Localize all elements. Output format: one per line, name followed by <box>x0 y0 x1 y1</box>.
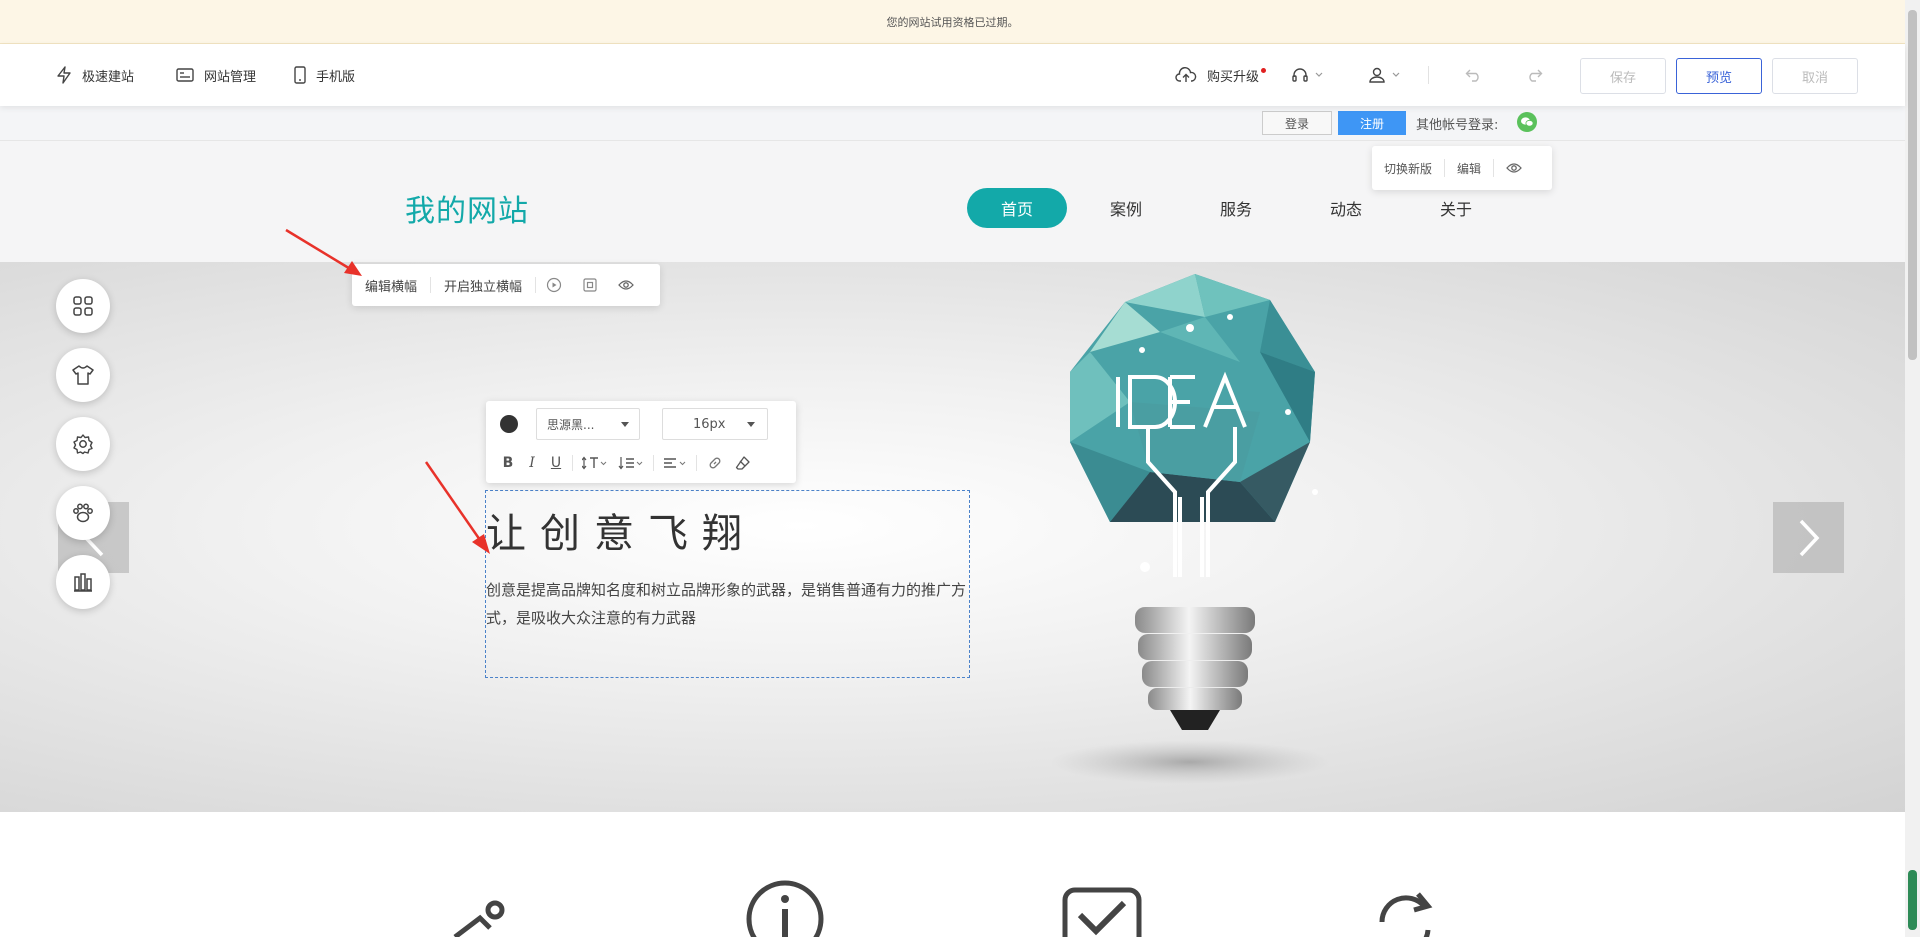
banner-edit-toolbar: 编辑横幅 开启独立横幅 <box>352 264 660 306</box>
text-color-picker[interactable] <box>500 415 518 433</box>
save-button[interactable]: 保存 <box>1580 58 1666 94</box>
align-icon[interactable] <box>658 456 692 470</box>
quick-build-button[interactable]: 极速建站 <box>56 44 134 106</box>
toolbar-divider <box>1428 66 1429 84</box>
refresh-icon <box>1379 892 1433 937</box>
eye-icon <box>618 280 634 290</box>
redo-icon <box>1529 69 1543 82</box>
phone-icon <box>294 66 306 84</box>
user-icon <box>1369 67 1385 83</box>
grid-icon <box>73 296 93 316</box>
switch-new-version-button[interactable]: 切换新版 <box>1372 160 1444 177</box>
site-logo[interactable]: 我的网站 <box>405 186 529 230</box>
register-button[interactable]: 注册 <box>1338 111 1406 135</box>
mobile-version-label: 手机版 <box>316 69 356 85</box>
scroll-indicator <box>1908 870 1917 930</box>
site-header <box>0 141 1905 262</box>
divider <box>696 455 697 471</box>
nav-services[interactable]: 服务 <box>1186 188 1286 228</box>
modules-button[interactable] <box>56 279 110 333</box>
underline-icon[interactable]: U <box>544 455 568 471</box>
chevron-down-icon <box>1392 72 1400 77</box>
nav-about[interactable]: 关于 <box>1406 188 1506 228</box>
font-family-select[interactable]: 思源黑... <box>536 408 640 440</box>
divider <box>572 455 573 471</box>
header-edit-button[interactable]: 编辑 <box>1445 160 1493 177</box>
font-family-value: 思源黑... <box>547 417 595 432</box>
divider <box>653 455 654 471</box>
line-height-icon[interactable] <box>577 456 613 470</box>
notification-dot <box>1261 67 1267 73</box>
library-button[interactable] <box>56 555 110 609</box>
undo-icon <box>1465 69 1479 82</box>
play-circle-icon <box>546 277 562 293</box>
header-visibility-button[interactable] <box>1494 162 1534 174</box>
features-section <box>0 812 1905 937</box>
headset-icon <box>1292 68 1308 82</box>
banner-visibility-button[interactable] <box>608 279 644 291</box>
buy-upgrade-button[interactable]: 购买升级 <box>1175 44 1267 106</box>
banner-paragraph[interactable]: 创意是提高品牌知名度和树立品牌形象的武器，是销售普通有力的推广方式，是吸收大众注… <box>486 576 966 632</box>
redo-button[interactable] <box>1525 44 1553 106</box>
text-format-toolbar: 思源黑... 16px B I U <box>486 401 796 483</box>
notice-text: 您的网站试用资格已过期。 <box>886 15 1019 29</box>
cancel-button[interactable]: 取消 <box>1772 58 1858 94</box>
user-menu[interactable] <box>1368 44 1410 106</box>
preview-button[interactable]: 预览 <box>1676 58 1762 94</box>
settings-button[interactable] <box>56 417 110 471</box>
nav-news[interactable]: 动态 <box>1296 188 1396 228</box>
support-menu[interactable] <box>1291 44 1333 106</box>
theme-button[interactable] <box>56 348 110 402</box>
frame-icon <box>583 278 597 292</box>
scrollbar-thumb[interactable] <box>1908 10 1917 360</box>
play-settings-button[interactable] <box>536 277 572 293</box>
cloud-upload-icon <box>1175 67 1197 82</box>
next-slide-button[interactable] <box>1773 502 1844 573</box>
editor-toolbar: 极速建站 网站管理 手机版 购买升级 保存 预览 取消 <box>0 44 1905 106</box>
edit-banner-button[interactable]: 编辑横幅 <box>352 276 430 295</box>
eye-icon <box>1506 163 1522 173</box>
mobile-version-button[interactable]: 手机版 <box>294 44 355 106</box>
chevron-right-icon <box>1799 519 1819 556</box>
format-options-row: B I U <box>496 451 757 475</box>
account-strip <box>0 106 1905 141</box>
buy-upgrade-label: 购买升级 <box>1207 69 1260 85</box>
banner-text-editor[interactable]: 让创意飞翔 创意是提高品牌知名度和树立品牌形象的武器，是销售普通有力的推广方式，… <box>485 490 970 678</box>
other-login-label: 其他帐号登录: <box>1416 117 1499 133</box>
independent-banner-button[interactable]: 开启独立横幅 <box>431 276 535 295</box>
header-edit-popup: 切换新版 编辑 <box>1372 146 1552 190</box>
chevron-down-icon <box>1315 72 1323 77</box>
list-spacing-icon[interactable] <box>613 456 649 470</box>
banner-headline[interactable]: 让创意飞翔 <box>486 501 756 559</box>
trial-expired-notice: 您的网站试用资格已过期。 <box>0 0 1905 44</box>
pencil-icon <box>453 900 505 937</box>
login-button[interactable]: 登录 <box>1262 111 1332 135</box>
italic-icon[interactable]: I <box>520 455 544 471</box>
wechat-login-icon[interactable] <box>1517 112 1537 132</box>
nav-home[interactable]: 首页 <box>967 188 1067 228</box>
bold-icon[interactable]: B <box>496 455 520 471</box>
gear-icon <box>73 434 93 455</box>
caret-down-icon <box>747 421 755 427</box>
lightning-icon <box>57 66 71 84</box>
eraser-icon[interactable] <box>729 455 757 471</box>
paw-icon <box>73 503 93 523</box>
link-icon[interactable] <box>701 455 729 471</box>
lightbulb-illustration <box>1050 274 1330 784</box>
font-size-value: 16px <box>693 416 726 432</box>
site-manage-label: 网站管理 <box>204 69 257 85</box>
undo-button[interactable] <box>1465 44 1493 106</box>
checkbox-icon <box>1062 887 1142 937</box>
quick-build-label: 极速建站 <box>82 69 135 85</box>
books-icon <box>74 573 92 592</box>
banner-layout-button[interactable] <box>572 277 608 293</box>
nav-cases[interactable]: 案例 <box>1076 188 1176 228</box>
font-size-select[interactable]: 16px <box>662 408 768 440</box>
window-icon <box>176 68 194 82</box>
plugins-button[interactable] <box>56 486 110 540</box>
info-icon <box>746 880 824 937</box>
site-manage-button[interactable]: 网站管理 <box>176 44 256 106</box>
shirt-icon <box>72 365 94 385</box>
caret-down-icon <box>621 421 629 427</box>
